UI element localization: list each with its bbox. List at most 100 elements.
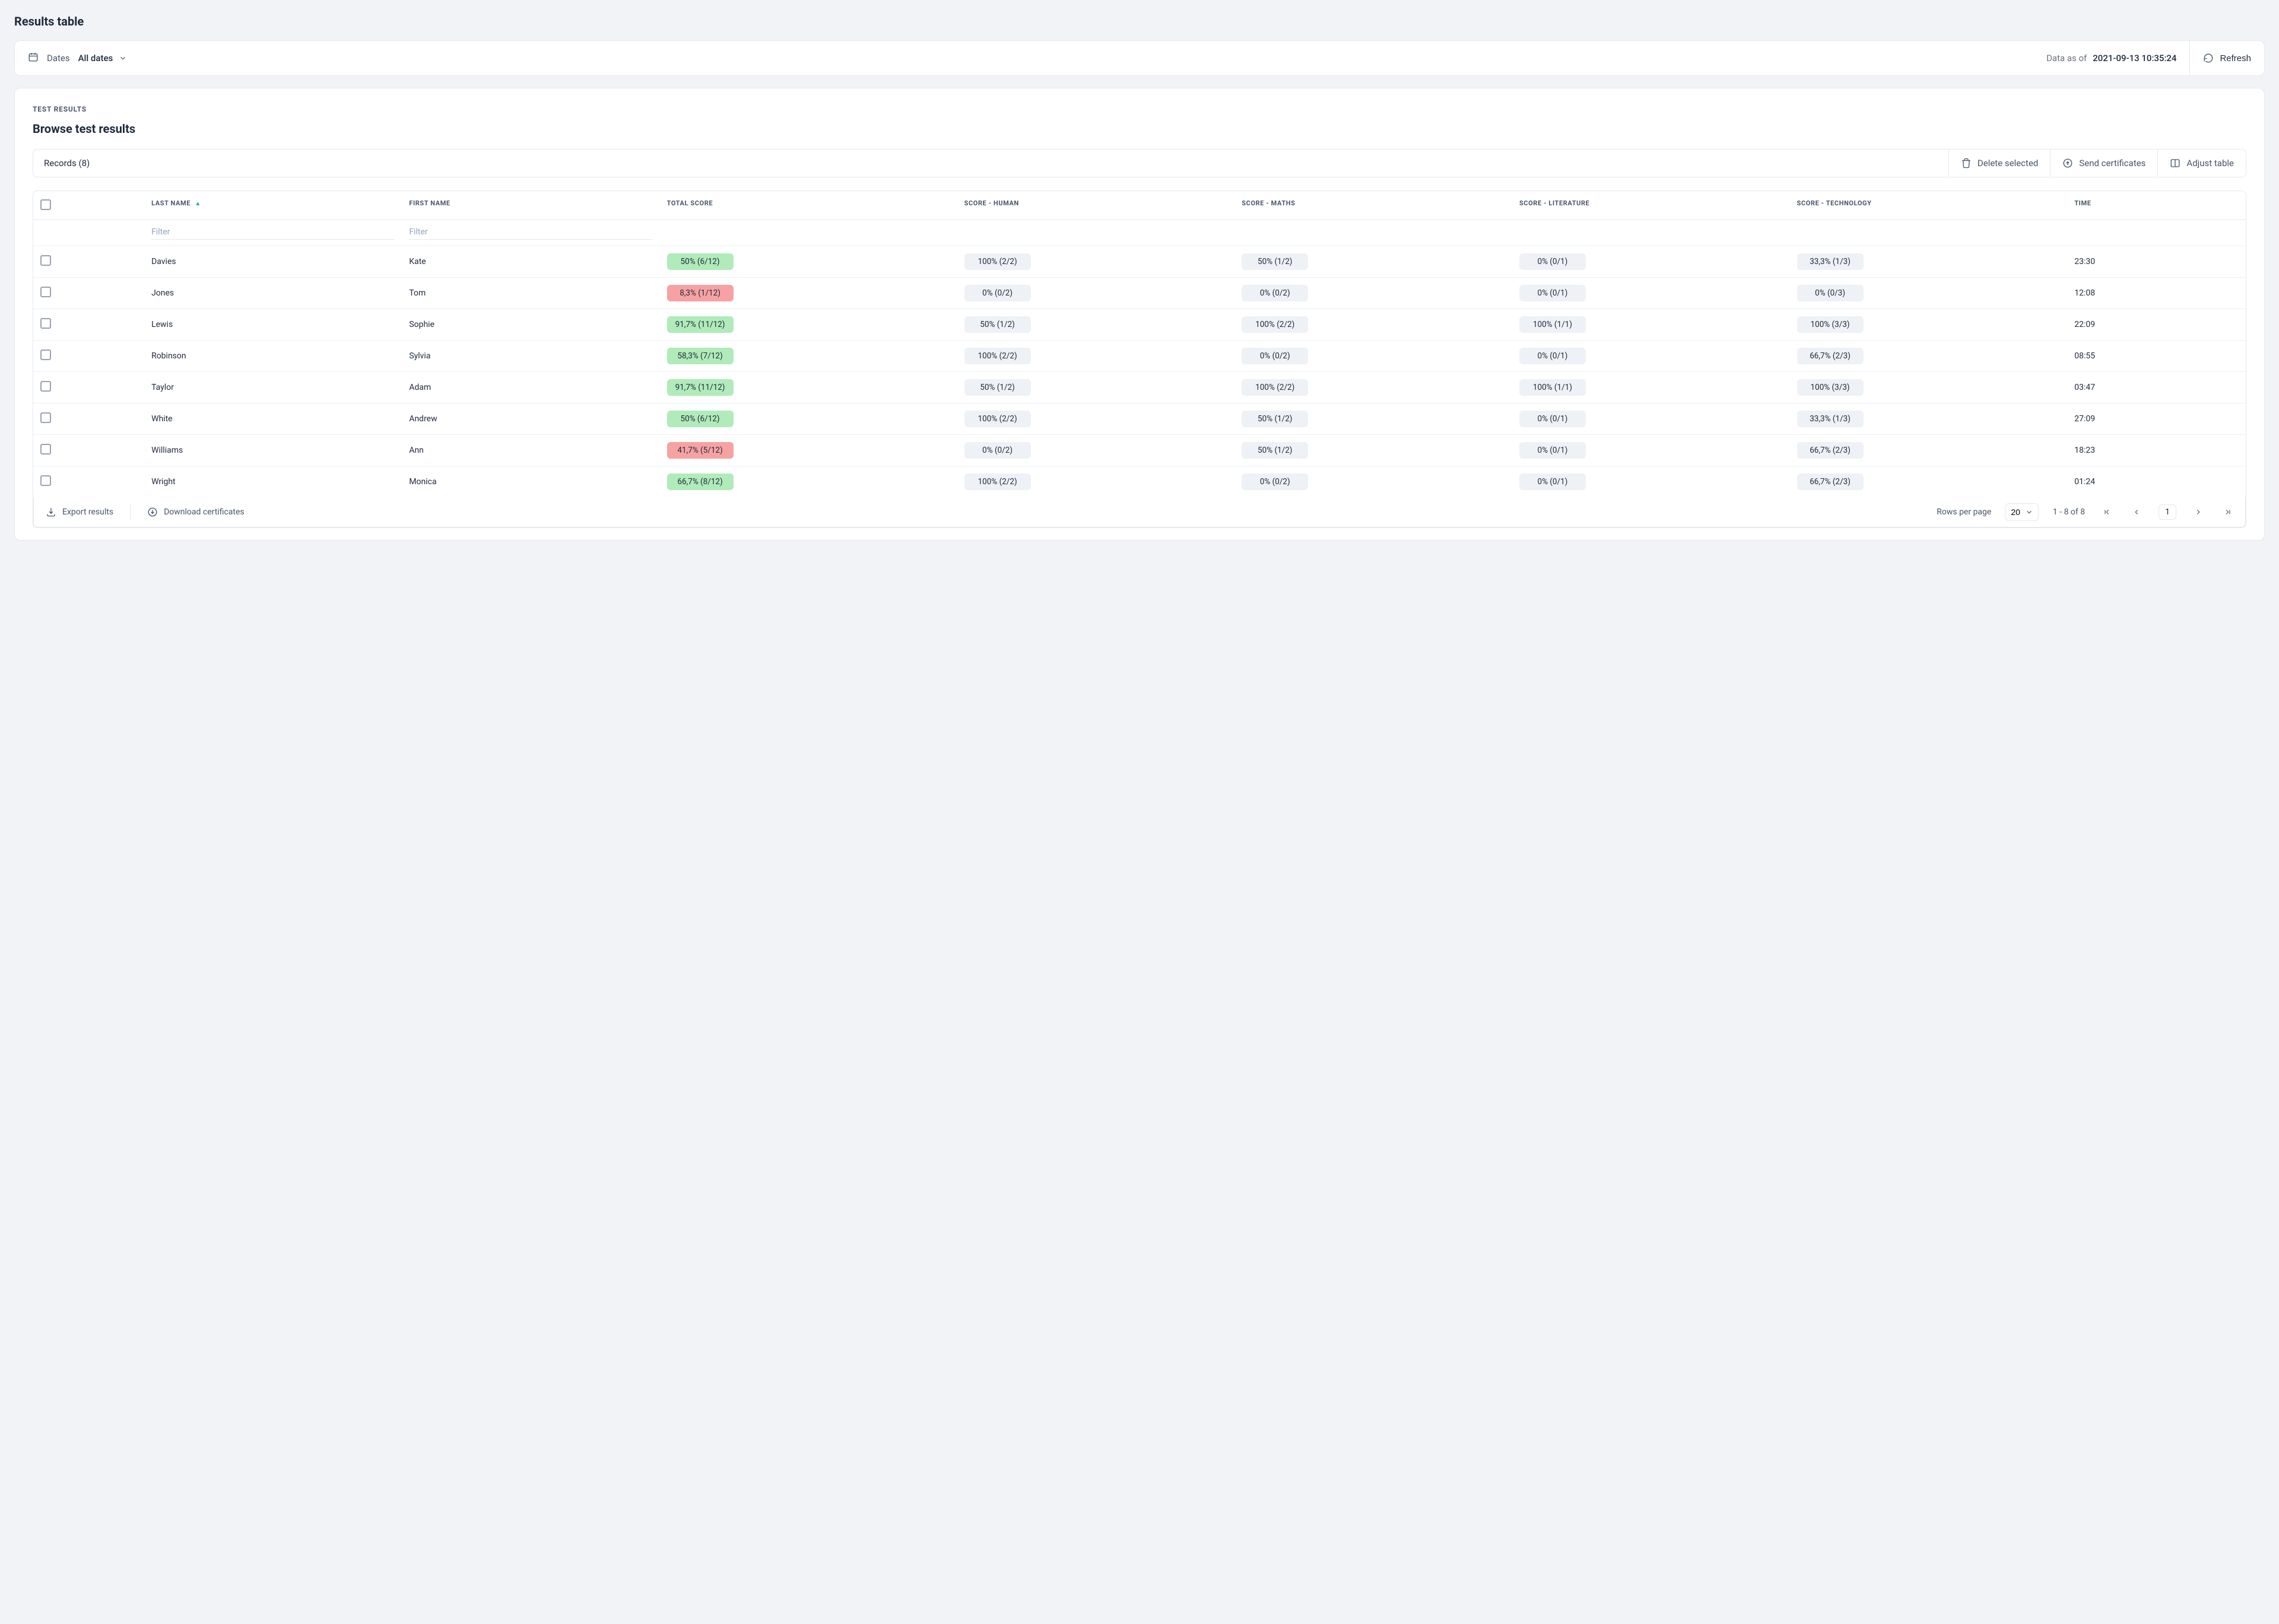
- cell-score-literature: 0% (0/1): [1519, 442, 1586, 459]
- select-all-checkbox[interactable]: [40, 199, 51, 210]
- cell-score-literature: 100% (1/1): [1519, 316, 1586, 333]
- top-bar: Dates All dates Data as of 2021-09-13 10…: [14, 40, 2265, 76]
- cell-time: 23:30: [2067, 246, 2246, 278]
- cell-total-score: 91,7% (11/12): [667, 316, 734, 333]
- cell-score-technology: 0% (0/3): [1797, 285, 1864, 301]
- export-results-label: Export results: [62, 507, 113, 517]
- col-score-maths[interactable]: SCORE - MATHS: [1234, 191, 1512, 220]
- pager-next-button[interactable]: [2191, 504, 2206, 520]
- cell-score-maths: 100% (2/2): [1242, 379, 1308, 396]
- cell-time: 01:24: [2067, 466, 2246, 498]
- cell-score-human: 0% (0/2): [964, 285, 1031, 301]
- pager-first-button[interactable]: [2099, 504, 2115, 520]
- cell-first-name: Sylvia: [402, 341, 659, 372]
- cell-first-name: Sophie: [402, 309, 659, 341]
- rows-per-page-select[interactable]: 20: [2005, 503, 2039, 521]
- col-score-human[interactable]: SCORE - HUMAN: [957, 191, 1235, 220]
- dates-label: Dates: [47, 53, 70, 63]
- adjust-table-button[interactable]: Adjust table: [2157, 150, 2246, 177]
- send-certificates-button[interactable]: Send certificates: [2050, 150, 2157, 177]
- send-certificates-label: Send certificates: [2079, 158, 2145, 169]
- col-last-name-label: LAST NAME: [151, 199, 191, 208]
- delete-selected-button[interactable]: Delete selected: [1948, 150, 2050, 177]
- filter-last-name[interactable]: [151, 225, 395, 240]
- cell-last-name: Davies: [144, 246, 402, 278]
- cell-score-maths: 50% (1/2): [1242, 442, 1308, 459]
- divider: [130, 504, 131, 520]
- last-page-icon: [2224, 508, 2232, 516]
- results-card: TEST RESULTS Browse test results Records…: [14, 88, 2265, 541]
- filter-first-name[interactable]: [409, 225, 652, 240]
- col-first-name[interactable]: FIRST NAME: [402, 191, 659, 220]
- cell-score-technology: 33,3% (1/3): [1797, 253, 1864, 270]
- row-checkbox[interactable]: [40, 381, 51, 392]
- col-last-name[interactable]: LAST NAME ▲: [144, 191, 402, 220]
- export-results-button[interactable]: Export results: [43, 503, 116, 521]
- row-checkbox[interactable]: [40, 318, 51, 329]
- table-row: Davies Kate 50% (6/12) 100% (2/2) 50% (1…: [33, 246, 2246, 278]
- page-title: Results table: [14, 14, 2265, 28]
- row-checkbox[interactable]: [40, 349, 51, 360]
- cell-score-literature: 100% (1/1): [1519, 379, 1586, 396]
- col-total-score[interactable]: TOTAL SCORE: [660, 191, 957, 220]
- table-row: Wright Monica 66,7% (8/12) 100% (2/2) 0%…: [33, 466, 2246, 498]
- pager-last-button[interactable]: [2220, 504, 2236, 520]
- cell-total-score: 91,7% (11/12): [667, 379, 734, 396]
- cell-time: 08:55: [2067, 341, 2246, 372]
- filter-row: [33, 220, 2246, 246]
- row-checkbox[interactable]: [40, 475, 51, 486]
- rows-per-page-label: Rows per page: [1937, 507, 1991, 517]
- chevron-down-icon: [2025, 508, 2033, 516]
- results-table-wrap: LAST NAME ▲ FIRST NAME TOTAL SCORE SCORE…: [33, 190, 2246, 528]
- cell-score-literature: 0% (0/1): [1519, 285, 1586, 301]
- cell-score-technology: 66,7% (2/3): [1797, 348, 1864, 364]
- cell-first-name: Andrew: [402, 403, 659, 435]
- table-row: White Andrew 50% (6/12) 100% (2/2) 50% (…: [33, 403, 2246, 435]
- cell-last-name: Robinson: [144, 341, 402, 372]
- cell-last-name: Williams: [144, 435, 402, 466]
- send-icon: [2062, 158, 2073, 169]
- cell-score-maths: 0% (0/2): [1242, 473, 1308, 490]
- refresh-button[interactable]: Refresh: [2203, 50, 2251, 66]
- cell-total-score: 41,7% (5/12): [667, 442, 734, 459]
- col-score-technology[interactable]: SCORE - TECHNOLOGY: [1790, 191, 2068, 220]
- row-checkbox[interactable]: [40, 444, 51, 455]
- current-page-number: 1: [2159, 504, 2176, 520]
- cell-last-name: White: [144, 403, 402, 435]
- cell-first-name: Ann: [402, 435, 659, 466]
- cell-first-name: Tom: [402, 278, 659, 309]
- cell-score-maths: 50% (1/2): [1242, 411, 1308, 427]
- export-icon: [46, 507, 56, 517]
- cell-time: 03:47: [2067, 372, 2246, 403]
- col-checkbox: [33, 191, 144, 220]
- refresh-icon: [2203, 53, 2214, 63]
- cell-total-score: 50% (6/12): [667, 253, 734, 270]
- trash-icon: [1961, 158, 1972, 169]
- table-footer: Export results Download certificates Row…: [33, 497, 2246, 527]
- col-time[interactable]: TIME: [2067, 191, 2246, 220]
- cell-last-name: Wright: [144, 466, 402, 498]
- row-checkbox[interactable]: [40, 287, 51, 297]
- download-certificates-button[interactable]: Download certificates: [145, 503, 247, 521]
- cell-score-technology: 100% (3/3): [1797, 379, 1864, 396]
- delete-selected-label: Delete selected: [1978, 158, 2038, 169]
- cell-first-name: Monica: [402, 466, 659, 498]
- page-range-label: 1 - 8 of 8: [2053, 507, 2085, 517]
- cell-score-literature: 0% (0/1): [1519, 473, 1586, 490]
- data-as-of-timestamp: 2021-09-13 10:35:24: [2093, 53, 2176, 63]
- dates-dropdown[interactable]: All dates: [78, 53, 128, 63]
- cell-score-maths: 0% (0/2): [1242, 348, 1308, 364]
- download-icon: [147, 507, 158, 517]
- cell-first-name: Kate: [402, 246, 659, 278]
- row-checkbox[interactable]: [40, 255, 51, 266]
- cell-time: 12:08: [2067, 278, 2246, 309]
- card-kicker: TEST RESULTS: [33, 105, 2246, 113]
- cell-score-maths: 50% (1/2): [1242, 253, 1308, 270]
- pager-prev-button[interactable]: [2129, 504, 2144, 520]
- row-checkbox[interactable]: [40, 412, 51, 423]
- cell-time: 22:09: [2067, 309, 2246, 341]
- cell-score-technology: 66,7% (2/3): [1797, 442, 1864, 459]
- col-score-literature[interactable]: SCORE - LITERATURE: [1512, 191, 1790, 220]
- sort-asc-icon: ▲: [195, 201, 201, 207]
- cell-score-literature: 0% (0/1): [1519, 253, 1586, 270]
